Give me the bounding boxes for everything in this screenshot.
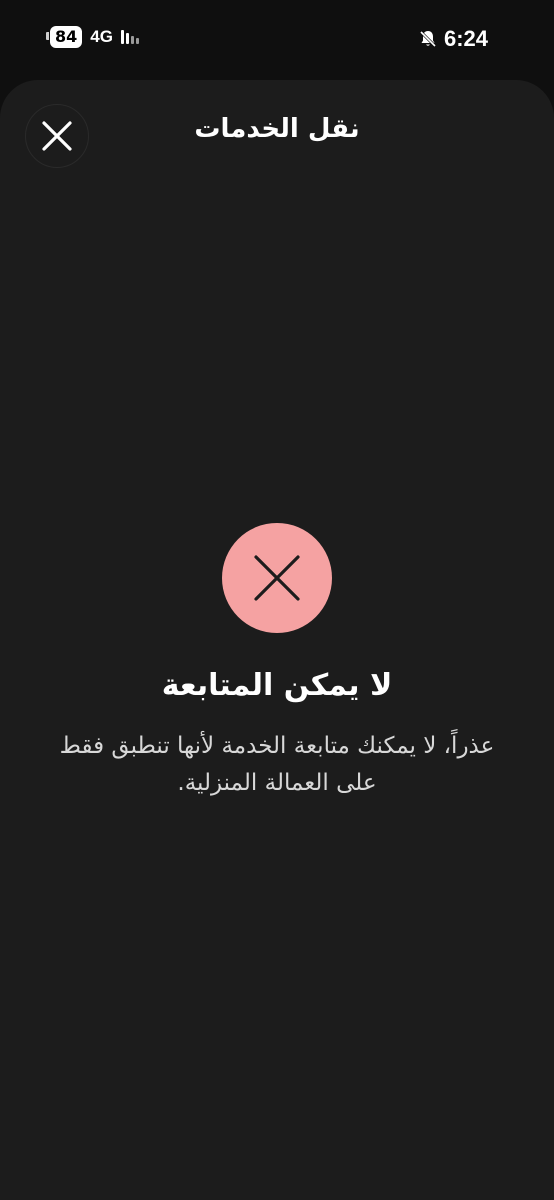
x-icon bbox=[254, 555, 300, 601]
error-message: عذراً، لا يمكنك متابعة الخدمة لأنها تنطب… bbox=[59, 733, 495, 796]
signal-icon bbox=[120, 30, 139, 44]
bell-muted-icon bbox=[419, 30, 437, 48]
status-indicators: 84 4G bbox=[45, 26, 139, 48]
status-time-area: 6:24 bbox=[418, 26, 488, 52]
clock-time: 6:24 bbox=[443, 26, 488, 51]
bottom-sheet bbox=[0, 80, 554, 1200]
status-bar: 84 4G 6:24 bbox=[0, 0, 554, 80]
network-type: 4G bbox=[90, 27, 113, 46]
error-badge bbox=[222, 523, 332, 633]
battery-level: 84 bbox=[55, 27, 78, 46]
error-title: لا يمكن المتابعة bbox=[161, 668, 393, 703]
battery-icon: 84 bbox=[45, 26, 83, 48]
page-title: نقل الخدمات bbox=[194, 114, 360, 144]
